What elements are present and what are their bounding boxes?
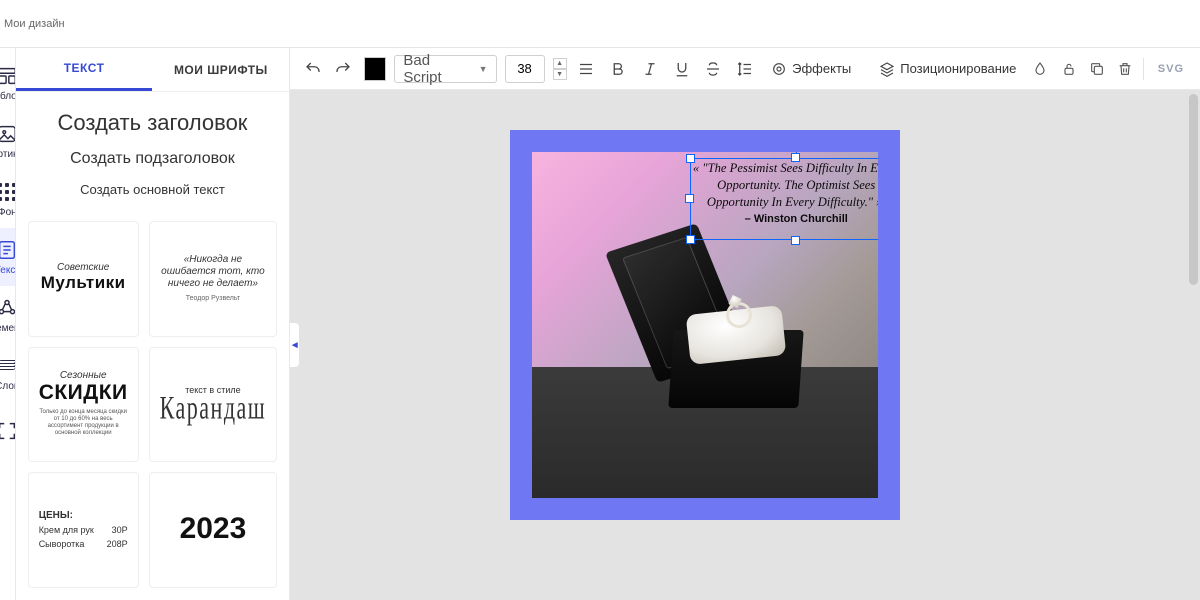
step-up[interactable]: ▲: [553, 58, 567, 69]
export-svg-button[interactable]: SVG: [1152, 63, 1190, 75]
text-presets: Создать заголовок Создать подзаголовок С…: [16, 92, 290, 215]
workspace: Шаблоны Картинки Фон Текст Элементы Слои…: [0, 48, 1200, 600]
bold-button[interactable]: [606, 56, 630, 82]
strikethrough-button[interactable]: [702, 56, 726, 82]
selection-frame[interactable]: [690, 158, 878, 240]
panel-tabs: ТЕКСТ МОИ ШРИФТЫ: [16, 48, 290, 92]
left-rail: Шаблоны Картинки Фон Текст Элементы Слои: [0, 48, 16, 600]
artboard-image: « "The Pessimist Sees Difficulty In Ever…: [532, 152, 878, 498]
font-size-stepper[interactable]: ▲▼: [553, 55, 567, 83]
canvas-stage[interactable]: ◄ « "The Pessimist Sees Difficulty In Ev…: [290, 90, 1200, 600]
rail-background[interactable]: Фон: [0, 170, 16, 228]
position-button[interactable]: Позиционирование: [873, 55, 1022, 83]
template-thumb[interactable]: Сезонные СКИДКИ Только до конца месяца с…: [28, 347, 139, 463]
lock-button[interactable]: [1059, 58, 1079, 80]
rail-images[interactable]: Картинки: [0, 112, 16, 170]
collapse-panel-toggle[interactable]: ◄: [290, 322, 300, 368]
template-thumb[interactable]: ЦЕНЫ: Крем для рук30Р Сыворотка208Р: [28, 472, 139, 588]
rail-layers[interactable]: Слои: [0, 344, 16, 402]
effects-button[interactable]: Эффекты: [765, 55, 857, 83]
resize-handle[interactable]: [791, 236, 800, 245]
top-bar: Мои дизайн: [0, 0, 1200, 48]
text-template-gallery: Советские Мультики «Никогда не ошибается…: [16, 215, 290, 600]
delete-button[interactable]: [1115, 58, 1135, 80]
rail-templates[interactable]: Шаблоны: [0, 54, 16, 112]
canvas-column: Bad Script ▼ ▲▼ Эффекты Позиционирование: [290, 48, 1200, 600]
step-down[interactable]: ▼: [553, 69, 567, 80]
template-thumb[interactable]: текст в стиле Карандаш: [149, 347, 278, 463]
image-icon: [0, 123, 16, 145]
rail-resize[interactable]: [0, 402, 16, 460]
elements-icon: [0, 297, 16, 319]
opacity-button[interactable]: [1030, 58, 1050, 80]
resize-handle[interactable]: [791, 153, 800, 162]
add-heading[interactable]: Создать заголовок: [32, 110, 274, 136]
tab-text[interactable]: ТЕКСТ: [16, 48, 153, 91]
font-size-input[interactable]: [505, 55, 545, 83]
templates-icon: [0, 65, 16, 87]
text-toolbar: Bad Script ▼ ▲▼ Эффекты Позиционирование: [290, 48, 1200, 90]
template-thumb[interactable]: «Никогда не ошибается тот, кто ничего не…: [149, 221, 278, 337]
resize-handle[interactable]: [686, 154, 695, 163]
template-thumb[interactable]: Советские Мультики: [28, 221, 139, 337]
text-icon: [0, 239, 16, 261]
redo-button[interactable]: [330, 56, 356, 82]
breadcrumb: Мои дизайн: [0, 18, 65, 30]
italic-button[interactable]: [638, 56, 662, 82]
line-height-button[interactable]: [733, 56, 757, 82]
undo-button[interactable]: [300, 56, 326, 82]
text-color-swatch[interactable]: [364, 57, 386, 81]
chevron-down-icon: ▼: [479, 64, 488, 74]
add-body[interactable]: Создать основной текст: [32, 182, 274, 197]
font-family-select[interactable]: Bad Script ▼: [394, 55, 496, 83]
background-icon: [0, 181, 16, 203]
duplicate-button[interactable]: [1087, 58, 1107, 80]
align-button[interactable]: [575, 56, 599, 82]
tab-my-fonts[interactable]: МОИ ШРИФТЫ: [152, 48, 289, 91]
rail-text[interactable]: Текст: [0, 228, 16, 286]
resize-handle[interactable]: [685, 194, 694, 203]
scrollbar-vertical[interactable]: [1189, 94, 1198, 596]
artboard[interactable]: « "The Pessimist Sees Difficulty In Ever…: [510, 130, 900, 520]
template-thumb[interactable]: 2023: [149, 472, 278, 588]
scrollbar-thumb[interactable]: [1189, 94, 1198, 285]
resize-handle[interactable]: [686, 235, 695, 244]
resize-icon: [0, 420, 16, 442]
layers-icon: [0, 355, 16, 377]
add-subheading[interactable]: Создать подзаголовок: [32, 150, 274, 168]
text-panel: ТЕКСТ МОИ ШРИФТЫ Создать заголовок Созда…: [16, 48, 291, 600]
underline-button[interactable]: [670, 56, 694, 82]
rail-elements[interactable]: Элементы: [0, 286, 16, 344]
